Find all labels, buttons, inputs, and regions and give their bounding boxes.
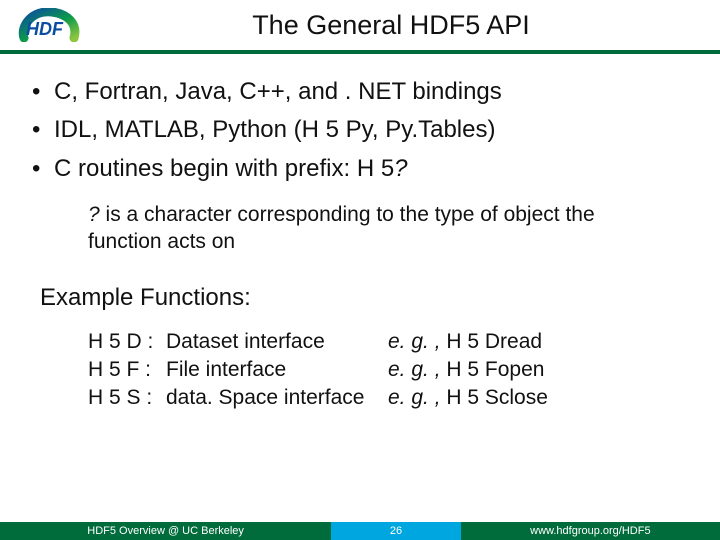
slide-title: The General HDF5 API (80, 10, 702, 41)
func-example: e. g. , H 5 Sclose (388, 384, 692, 412)
bullet-text: C, Fortran, Java, C++, and . NET binding… (54, 78, 502, 105)
hdf-logo-icon: HDF (18, 8, 80, 42)
func-code: H 5 F : (88, 356, 166, 384)
footer: HDF5 Overview @ UC Berkeley 26 www.hdfgr… (0, 522, 720, 540)
examples-heading: Example Functions: (40, 284, 692, 312)
func-desc: File interface (166, 356, 388, 384)
svg-text:HDF: HDF (26, 19, 64, 39)
subnote-italic: ? (88, 203, 100, 226)
bullet-item: IDL, MATLAB, Python (H 5 Py, Py.Tables) (28, 114, 692, 146)
func-code: H 5 S : (88, 384, 166, 412)
bullet-item: C, Fortran, Java, C++, and . NET binding… (28, 76, 692, 108)
func-example: e. g. , H 5 Dread (388, 328, 692, 356)
bullet-text: IDL, MATLAB, Python (H 5 Py, Py.Tables) (54, 116, 495, 143)
function-row: H 5 F : File interface e. g. , H 5 Fopen (88, 356, 692, 384)
header: HDF The General HDF5 API (0, 0, 720, 48)
footer-left: HDF5 Overview @ UC Berkeley (0, 522, 331, 540)
slide: HDF The General HDF5 API C, Fortran, Jav… (0, 0, 720, 540)
func-desc: Dataset interface (166, 328, 388, 356)
functions-block: H 5 D : Dataset interface e. g. , H 5 Dr… (88, 328, 692, 413)
bullet-list: C, Fortran, Java, C++, and . NET binding… (28, 76, 692, 185)
func-example: e. g. , H 5 Fopen (388, 356, 692, 384)
slide-body: C, Fortran, Java, C++, and . NET binding… (0, 54, 720, 522)
footer-url: www.hdfgroup.org/HDF5 (461, 522, 720, 540)
bullet-text: C routines begin with prefix: H 5 (54, 155, 394, 182)
subnote: ? is a character corresponding to the ty… (88, 201, 668, 256)
bullet-item: C routines begin with prefix: H 5? (28, 153, 692, 185)
function-row: H 5 D : Dataset interface e. g. , H 5 Dr… (88, 328, 692, 356)
footer-page-number: 26 (331, 522, 461, 540)
subnote-text: is a character corresponding to the type… (88, 203, 595, 253)
bullet-italic: ? (394, 155, 407, 182)
func-desc: data. Space interface (166, 384, 388, 412)
function-row: H 5 S : data. Space interface e. g. , H … (88, 384, 692, 412)
func-code: H 5 D : (88, 328, 166, 356)
